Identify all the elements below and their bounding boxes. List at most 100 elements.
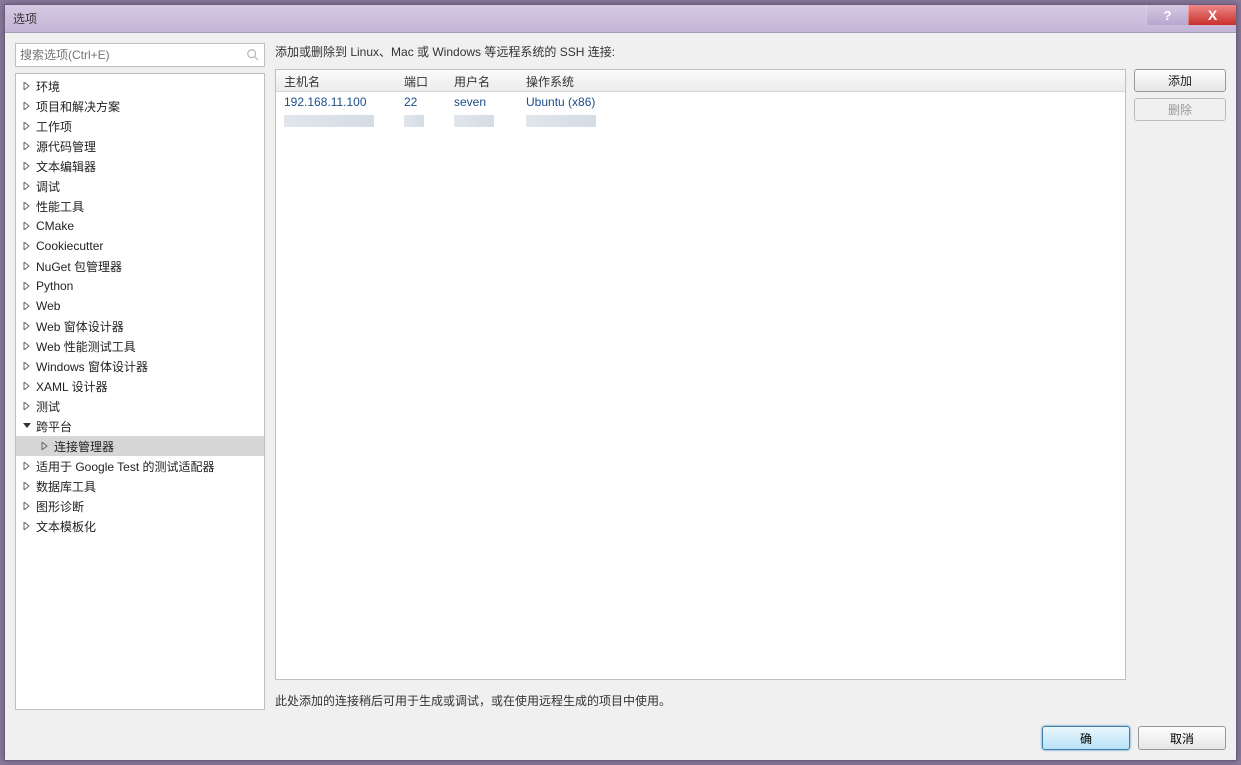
left-panel: 环境项目和解决方案工作项源代码管理文本编辑器调试性能工具 CMake Cookiec…: [15, 43, 265, 710]
chevron-right-icon[interactable]: [22, 321, 32, 331]
remove-button[interactable]: 删除: [1134, 98, 1226, 121]
tree-item[interactable]: 图形诊断: [16, 496, 264, 516]
options-tree[interactable]: 环境项目和解决方案工作项源代码管理文本编辑器调试性能工具 CMake Cookiec…: [15, 73, 265, 710]
cancel-button[interactable]: 取消: [1138, 726, 1226, 750]
table-header: 主机名 端口 用户名 操作系统: [276, 70, 1125, 92]
tree-item[interactable]: 环境: [16, 76, 264, 96]
tree-item[interactable]: 跨平台: [16, 416, 264, 436]
tree-item-label: 性能工具: [36, 198, 84, 215]
tree-item-label: Cookiecutter: [36, 239, 103, 253]
tree-item-label: 源代码管理: [36, 138, 96, 155]
tree-item-label: 项目和解决方案: [36, 98, 120, 115]
tree-item-label: CMake: [36, 219, 74, 233]
chevron-right-icon[interactable]: [22, 481, 32, 491]
footer-note: 此处添加的连接稍后可用于生成或调试，或在使用远程生成的项目中使用。: [275, 692, 1226, 710]
side-buttons: 添加 删除: [1134, 69, 1226, 680]
dialog-footer: 确 取消: [15, 726, 1226, 750]
chevron-right-icon[interactable]: [22, 161, 32, 171]
tree-item-label: 跨平台: [36, 418, 72, 435]
cell-port: 22: [396, 93, 446, 111]
tree-item[interactable]: 项目和解决方案: [16, 96, 264, 116]
search-input[interactable]: [20, 48, 246, 62]
tree-item[interactable]: 源代码管理: [16, 136, 264, 156]
col-port[interactable]: 端口: [396, 70, 446, 91]
tree-item[interactable]: NuGet 包管理器: [16, 256, 264, 276]
tree-item[interactable]: 性能工具: [16, 196, 264, 216]
titlebar: 选项 ? X: [5, 5, 1236, 33]
tree-item-label: Web 性能测试工具: [36, 338, 136, 355]
tree-item[interactable]: 连接管理器: [16, 436, 264, 456]
cell-os: Ubuntu (x86): [518, 93, 1125, 111]
tree-item[interactable]: Windows 窗体设计器: [16, 356, 264, 376]
chevron-right-icon[interactable]: [22, 101, 32, 111]
search-icon: [246, 48, 260, 62]
right-main: 主机名 端口 用户名 操作系统 192.168.11.10022sevenUbu…: [275, 69, 1226, 680]
close-button[interactable]: X: [1188, 5, 1236, 25]
chevron-right-icon[interactable]: [22, 221, 32, 231]
chevron-down-icon[interactable]: [22, 421, 32, 431]
tree-item[interactable]: 数据库工具: [16, 476, 264, 496]
tree-item-label: 文本模板化: [36, 518, 96, 535]
cell-user: seven: [446, 93, 518, 111]
tree-item-label: Windows 窗体设计器: [36, 358, 148, 375]
chevron-right-icon[interactable]: [22, 261, 32, 271]
tree-item-label: 数据库工具: [36, 478, 96, 495]
tree-item-label: 工作项: [36, 118, 72, 135]
tree-item[interactable]: 工作项: [16, 116, 264, 136]
titlebar-buttons: ? X: [1146, 5, 1236, 32]
col-os[interactable]: 操作系统: [518, 70, 1125, 91]
tree-item-label: NuGet 包管理器: [36, 258, 122, 275]
tree-item[interactable]: XAML 设计器: [16, 376, 264, 396]
tree-item[interactable]: 测试: [16, 396, 264, 416]
tree-item[interactable]: Python: [16, 276, 264, 296]
chevron-right-icon[interactable]: [22, 81, 32, 91]
window-title: 选项: [13, 10, 37, 27]
panel-description: 添加或删除到 Linux、Mac 或 Windows 等远程系统的 SSH 连接…: [275, 43, 1226, 61]
tree-item-label: 测试: [36, 398, 60, 415]
table-row[interactable]: [276, 112, 1125, 132]
chevron-right-icon[interactable]: [22, 521, 32, 531]
tree-item-label: Web 窗体设计器: [36, 318, 124, 335]
chevron-right-icon[interactable]: [22, 341, 32, 351]
chevron-right-icon[interactable]: [22, 281, 32, 291]
tree-item-label: Web: [36, 299, 60, 313]
chevron-right-icon[interactable]: [22, 501, 32, 511]
tree-item[interactable]: 文本模板化: [16, 516, 264, 536]
connections-table: 主机名 端口 用户名 操作系统 192.168.11.10022sevenUbu…: [275, 69, 1126, 680]
chevron-right-icon[interactable]: [22, 301, 32, 311]
ok-button[interactable]: 确: [1042, 726, 1130, 750]
tree-item[interactable]: 调试: [16, 176, 264, 196]
right-panel: 添加或删除到 Linux、Mac 或 Windows 等远程系统的 SSH 连接…: [275, 43, 1226, 710]
add-button[interactable]: 添加: [1134, 69, 1226, 92]
options-dialog: 选项 ? X 环境项目和解决方案工作项源代码管理文本编辑器调试性能工具 CMake…: [4, 4, 1237, 761]
tree-item[interactable]: CMake: [16, 216, 264, 236]
chevron-right-icon[interactable]: [22, 361, 32, 371]
chevron-right-icon[interactable]: [22, 141, 32, 151]
tree-item[interactable]: 文本编辑器: [16, 156, 264, 176]
tree-item-label: 图形诊断: [36, 498, 84, 515]
tree-item[interactable]: Web 窗体设计器: [16, 316, 264, 336]
tree-item[interactable]: Web: [16, 296, 264, 316]
col-user[interactable]: 用户名: [446, 70, 518, 91]
chevron-right-icon[interactable]: [40, 441, 50, 451]
cell-user: [446, 113, 518, 132]
chevron-right-icon[interactable]: [22, 461, 32, 471]
cell-port: [396, 113, 446, 132]
chevron-right-icon[interactable]: [22, 121, 32, 131]
table-body: 192.168.11.10022sevenUbuntu (x86): [276, 92, 1125, 679]
tree-item-label: 调试: [36, 178, 60, 195]
col-host[interactable]: 主机名: [276, 70, 396, 91]
tree-item-label: XAML 设计器: [36, 378, 108, 395]
chevron-right-icon[interactable]: [22, 181, 32, 191]
tree-item[interactable]: 适用于 Google Test 的测试适配器: [16, 456, 264, 476]
chevron-right-icon[interactable]: [22, 201, 32, 211]
help-button[interactable]: ?: [1146, 5, 1188, 25]
chevron-right-icon[interactable]: [22, 381, 32, 391]
chevron-right-icon[interactable]: [22, 401, 32, 411]
tree-item[interactable]: Cookiecutter: [16, 236, 264, 256]
table-row[interactable]: 192.168.11.10022sevenUbuntu (x86): [276, 92, 1125, 112]
tree-item[interactable]: Web 性能测试工具: [16, 336, 264, 356]
chevron-right-icon[interactable]: [22, 241, 32, 251]
tree-item-label: Python: [36, 279, 73, 293]
search-box[interactable]: [15, 43, 265, 67]
